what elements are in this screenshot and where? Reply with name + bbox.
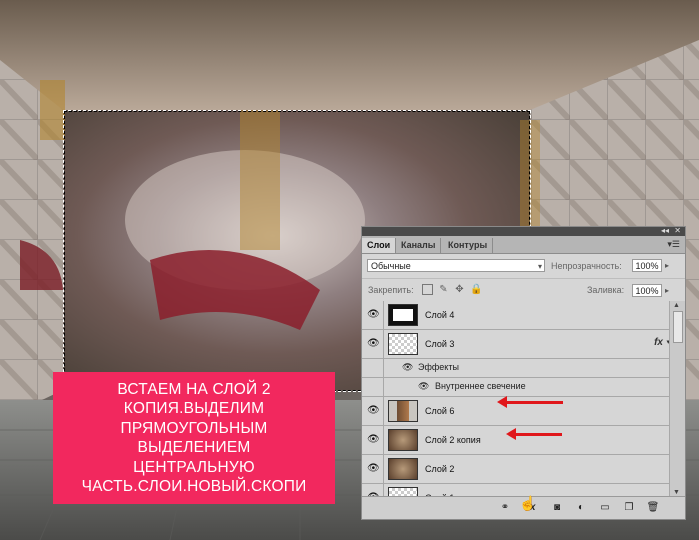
- effects-label: Эффекты: [418, 362, 459, 372]
- layer-name: Слой 6: [425, 406, 455, 416]
- lock-move-icon[interactable]: ✥: [454, 284, 465, 295]
- mask-icon[interactable]: ◙: [550, 501, 564, 514]
- scroll-up-icon[interactable]: ▲: [673, 302, 680, 309]
- visibility-toggle[interactable]: 👁: [362, 397, 384, 425]
- opacity-field[interactable]: 100%: [632, 259, 662, 272]
- caption-line: КОПИЯ.ВЫДЕЛИМ: [123, 400, 265, 417]
- layer-row[interactable]: 👁 Слой 3 fx ▾: [362, 330, 671, 359]
- hand-cursor-icon: ☝: [519, 495, 537, 511]
- effects-row[interactable]: 👁 Эффекты: [362, 359, 671, 378]
- layer-thumbnail: [388, 304, 418, 326]
- tab-channels[interactable]: Каналы: [396, 238, 442, 253]
- layer-thumbnail: [388, 400, 418, 422]
- layer-name: Слой 4: [425, 310, 455, 320]
- eye-icon[interactable]: 👁: [418, 381, 429, 392]
- close-icon[interactable]: ✕: [674, 226, 681, 235]
- layer-row[interactable]: 👁 Слой 2: [362, 455, 671, 484]
- layers-list: 👁 Слой 4 👁 Слой 3 fx ▾ 👁 Эффекты 👁 Внутр…: [362, 301, 671, 513]
- caption-line: ЧАСТЬ.СЛОИ.НОВЫЙ.СКОПИ: [81, 478, 307, 495]
- annotation-arrow: [506, 428, 562, 440]
- trash-icon[interactable]: 🗑: [646, 501, 660, 514]
- layer-row[interactable]: 👁 Слой 2 копия: [362, 426, 671, 455]
- panel-tabs: Слои Каналы Контуры ▾☰: [362, 236, 685, 254]
- eye-icon[interactable]: 👁: [402, 362, 413, 373]
- eye-icon: 👁: [367, 338, 380, 349]
- opacity-slider-icon[interactable]: ▸: [665, 261, 669, 270]
- visibility-toggle[interactable]: 👁: [362, 455, 384, 483]
- blend-row: Обычные ▾ Непрозрачность: 100% ▸: [362, 254, 685, 279]
- scrollbar-thumb[interactable]: [673, 311, 683, 343]
- blend-mode-select[interactable]: Обычные ▾: [367, 259, 545, 272]
- eye-icon: 👁: [367, 463, 380, 474]
- chevron-down-icon: ▾: [537, 262, 542, 271]
- tab-paths[interactable]: Контуры: [443, 238, 494, 253]
- eye-icon: 👁: [367, 309, 380, 320]
- caption-line: ПРЯМОУГОЛЬНЫМ: [120, 419, 268, 437]
- visibility-toggle[interactable]: 👁: [362, 330, 384, 358]
- lock-transparent-icon[interactable]: [422, 284, 433, 295]
- lock-all-icon[interactable]: 🔒: [470, 284, 482, 295]
- layer-name: Слой 2: [425, 464, 455, 474]
- group-icon[interactable]: ▭: [598, 501, 612, 514]
- layer-thumbnail: [388, 333, 418, 355]
- visibility-toggle[interactable]: 👁: [362, 301, 384, 329]
- new-layer-icon[interactable]: ❐: [622, 501, 636, 514]
- scroll-down-icon[interactable]: ▼: [673, 489, 680, 496]
- layer-thumbnail: [388, 458, 418, 480]
- panel-title-strip: ◂◂ ✕: [362, 226, 685, 236]
- adjustment-icon[interactable]: ◐: [574, 501, 588, 514]
- lock-brush-icon[interactable]: ✎: [438, 284, 449, 295]
- effect-item-row[interactable]: 👁 Внутреннее свечение: [362, 378, 671, 397]
- fill-slider-icon[interactable]: ▸: [665, 286, 669, 295]
- fx-icon[interactable]: fx: [654, 337, 663, 348]
- visibility-toggle[interactable]: [362, 378, 384, 396]
- effect-name: Внутреннее свечение: [435, 381, 526, 391]
- lock-label: Закрепить:: [368, 285, 414, 295]
- fill-field[interactable]: 100%: [632, 284, 662, 297]
- annotation-arrow: [497, 396, 563, 408]
- eye-icon: 👁: [367, 434, 380, 445]
- layer-row[interactable]: 👁 Слой 4: [362, 301, 671, 330]
- layer-name: Слой 2 копия: [425, 435, 481, 445]
- layers-panel: ◂◂ ✕ Слои Каналы Контуры ▾☰ Обычные ▾ Не…: [361, 226, 686, 520]
- lock-row: Закрепить: ✎ ✥ 🔒 Заливка: 100% ▸: [362, 279, 685, 303]
- caption-line: ВЫДЕЛЕНИЕМ: [137, 439, 251, 456]
- visibility-toggle[interactable]: 👁: [362, 426, 384, 454]
- eye-icon: 👁: [367, 405, 380, 416]
- fill-label: Заливка:: [587, 285, 625, 295]
- tab-layers[interactable]: Слои: [362, 238, 397, 253]
- blend-mode-value: Обычные: [371, 261, 411, 271]
- caption-line: ЦЕНТРАЛЬНУЮ: [133, 458, 255, 476]
- layer-thumbnail: [388, 429, 418, 451]
- visibility-toggle[interactable]: [362, 359, 384, 377]
- collapse-icon[interactable]: ◂◂: [661, 226, 669, 235]
- link-icon[interactable]: ⚭: [498, 501, 512, 514]
- caption-line: ВСТАЕМ НА СЛОЙ 2: [117, 380, 271, 398]
- panel-menu-icon[interactable]: ▾☰: [667, 239, 680, 250]
- layers-scrollbar[interactable]: ▲ ▼: [669, 301, 685, 497]
- layer-name: Слой 3: [425, 339, 455, 349]
- opacity-label: Непрозрачность:: [551, 261, 622, 271]
- instruction-caption: ВСТАЕМ НА СЛОЙ 2 КОПИЯ.ВЫДЕЛИМ ПРЯМОУГОЛ…: [53, 372, 335, 504]
